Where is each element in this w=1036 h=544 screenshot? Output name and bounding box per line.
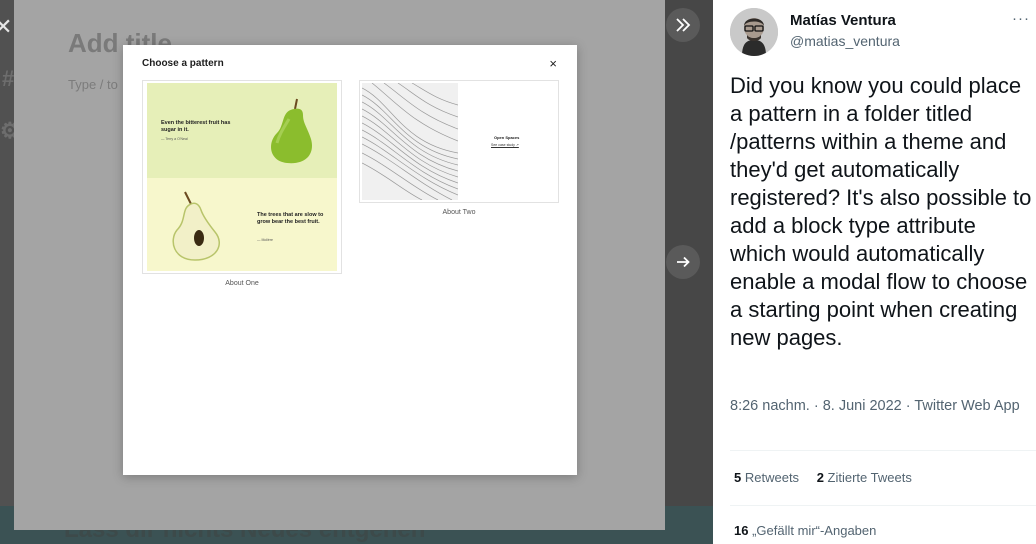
quotes-count: 2 <box>816 470 824 485</box>
pattern-two-wave-image <box>362 83 458 200</box>
pattern-one-bottom-panel: The trees that are slow to grow bear the… <box>147 178 337 271</box>
pattern-one-cite-top: — Terry a O'Neal <box>161 137 188 141</box>
hashtag-icon: # <box>2 66 15 91</box>
likes-label: „Gefällt mir“-Angaben <box>752 523 877 538</box>
tweet-date[interactable]: 8. Juni 2022 <box>823 398 902 414</box>
likes-stat[interactable]: 16 „Gefällt mir“-Angaben <box>734 523 876 538</box>
tweet-panel: Matías Ventura @matias_ventura ··· Did y… <box>713 0 1036 544</box>
tweet-stats-row: 5 Retweets 2 Zitierte Tweets <box>734 470 926 485</box>
pattern-about-one-label[interactable]: About One <box>142 280 342 287</box>
pattern-about-two[interactable]: Open Spaces See case study ↗ <box>359 80 559 203</box>
pattern-two-link: See case study ↗ <box>491 143 519 147</box>
pattern-one-quote-bottom: The trees that are slow to grow bear the… <box>257 212 324 225</box>
collapse-panel-button[interactable] <box>666 8 700 42</box>
pattern-about-one[interactable]: Even the bitterest fruit has sugar in it… <box>142 80 342 274</box>
pattern-one-quote-top: Even the bitterest fruit has sugar in it… <box>161 120 231 133</box>
quotes-label: Zitierte Tweets <box>827 470 912 485</box>
arrow-right-icon <box>677 256 690 268</box>
editor-hint-text: Type / to <box>68 77 118 92</box>
pear-half-icon <box>172 191 220 261</box>
modal-title: Choose a pattern <box>142 58 224 69</box>
pattern-about-two-label[interactable]: About Two <box>359 209 559 216</box>
more-options-icon[interactable]: ··· <box>1012 10 1030 27</box>
retweets-count: 5 <box>734 470 742 485</box>
close-lightbox-icon[interactable]: ✕ <box>0 14 12 40</box>
retweets-stat[interactable]: 5 Retweets <box>734 470 799 485</box>
tweet-media-image: Add title Type / to Choose a pattern × E… <box>14 0 665 530</box>
pattern-two-title: Open Spaces <box>494 135 520 140</box>
tweet-source-link[interactable]: Twitter Web App <box>914 398 1019 414</box>
tweet-text: Did you know you could place a pattern i… <box>730 73 1032 350</box>
choose-pattern-modal: Choose a pattern × Even the bitterest fr… <box>123 45 577 475</box>
pattern-one-cite-bottom: — Molière <box>257 238 273 242</box>
pattern-one-top-panel: Even the bitterest fruit has sugar in it… <box>147 83 337 178</box>
author-handle[interactable]: @matias_ventura <box>790 33 900 49</box>
avatar[interactable] <box>730 8 778 56</box>
divider <box>730 450 1036 451</box>
modal-close-icon[interactable]: × <box>549 56 557 71</box>
author-name[interactable]: Matías Ventura <box>790 12 896 29</box>
pear-icon <box>271 98 312 164</box>
retweets-label: Retweets <box>744 470 800 485</box>
likes-count: 16 <box>734 523 749 538</box>
quote-tweets-stat[interactable]: 2 Zitierte Tweets <box>817 470 912 485</box>
tweet-time[interactable]: 8:26 nachm. <box>730 398 810 414</box>
tweet-timestamp: 8:26 nachm. · 8. Juni 2022 · Twitter Web… <box>730 398 1020 414</box>
next-media-button[interactable] <box>666 245 700 279</box>
double-chevron-right-icon <box>676 18 691 32</box>
divider <box>730 505 1036 506</box>
